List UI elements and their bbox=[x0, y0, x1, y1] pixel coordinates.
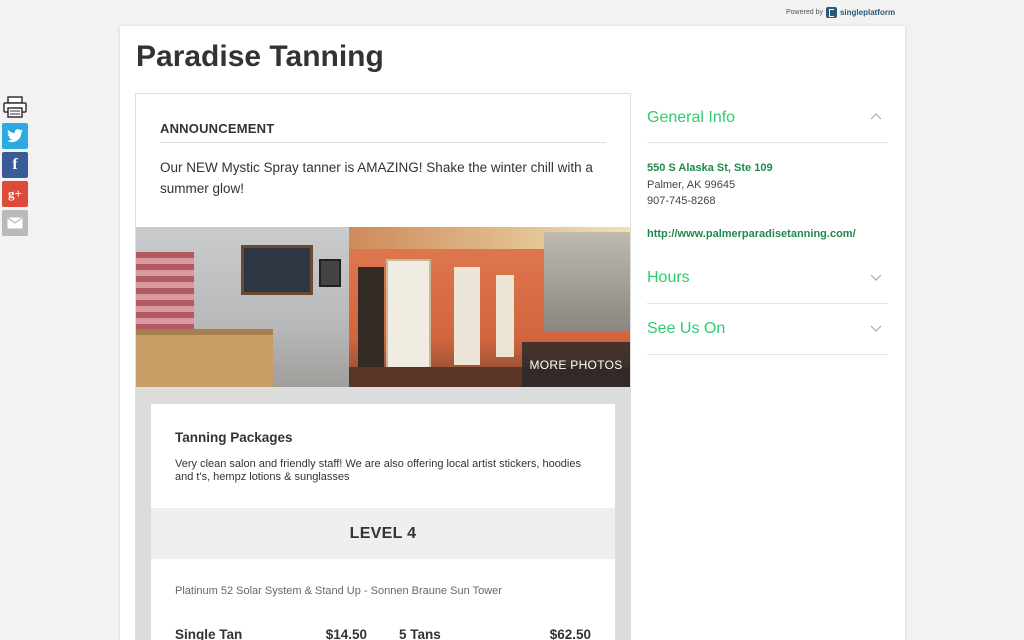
price-row: Single Tan $14.50 5 Tans $62.50 bbox=[151, 627, 615, 640]
price-item: 5 Tans $62.50 bbox=[399, 627, 591, 640]
hours-toggle[interactable]: Hours bbox=[647, 253, 888, 303]
level-heading: LEVEL 4 bbox=[151, 508, 615, 559]
price-item-price: $14.50 bbox=[325, 627, 367, 640]
price-item-price: $62.50 bbox=[549, 627, 591, 640]
photo-chalkboard bbox=[241, 245, 313, 295]
powered-by[interactable]: Powered by singleplatform bbox=[786, 7, 895, 18]
general-info-content: 550 S Alaska St, Ste 109 Palmer, AK 9964… bbox=[647, 143, 888, 253]
see-us-on-toggle[interactable]: See Us On bbox=[647, 304, 888, 354]
price-item-name: 5 Tans bbox=[399, 627, 441, 640]
print-button[interactable] bbox=[2, 94, 28, 120]
chevron-down-icon[interactable] bbox=[870, 322, 882, 334]
website-link[interactable]: http://www.palmerparadisetanning.com/ bbox=[647, 226, 888, 243]
general-info-toggle[interactable]: General Info bbox=[647, 93, 888, 143]
chevron-up-icon[interactable] bbox=[870, 111, 882, 123]
powered-by-brand: singleplatform bbox=[839, 8, 896, 17]
tanning-packages-section: Tanning Packages Very clean salon and fr… bbox=[151, 404, 615, 640]
sidebar: General Info 550 S Alaska St, Ste 109 Pa… bbox=[647, 93, 888, 355]
photo-gallery[interactable]: MORE PHOTOS bbox=[136, 227, 630, 387]
price-item-name: Single Tan bbox=[175, 627, 243, 640]
see-us-on-panel[interactable]: See Us On bbox=[647, 304, 888, 355]
powered-by-label: Powered by bbox=[786, 9, 823, 16]
email-share-button[interactable] bbox=[2, 210, 28, 236]
photo-display-case bbox=[544, 232, 630, 332]
twitter-icon bbox=[7, 129, 23, 143]
package-description: Very clean salon and friendly staff! We … bbox=[175, 458, 581, 483]
price-item: Single Tan $14.50 bbox=[175, 627, 367, 640]
singleplatform-logo-icon bbox=[825, 7, 837, 18]
general-info-panel: General Info 550 S Alaska St, Ste 109 Pa… bbox=[647, 93, 888, 253]
business-card: Paradise Tanning ANNOUNCEMENT Our NEW My… bbox=[120, 26, 905, 640]
hours-panel[interactable]: Hours bbox=[647, 253, 888, 304]
photo-door bbox=[454, 267, 480, 365]
twitter-share-button[interactable] bbox=[2, 123, 28, 149]
google-plus-icon: g+ bbox=[8, 186, 22, 201]
photo-shelf bbox=[358, 267, 384, 382]
google-plus-share-button[interactable]: g+ bbox=[2, 181, 28, 207]
business-name: Paradise Tanning bbox=[136, 40, 384, 73]
photo-desk bbox=[136, 329, 273, 387]
photo-door bbox=[496, 275, 514, 357]
announcement-heading: ANNOUNCEMENT bbox=[160, 121, 606, 143]
phone-number[interactable]: 907-745-8268 bbox=[647, 193, 888, 210]
main-column: ANNOUNCEMENT Our NEW Mystic Spray tanner… bbox=[135, 93, 631, 640]
email-icon bbox=[7, 217, 23, 229]
printer-icon bbox=[3, 96, 27, 118]
more-photos-button[interactable]: MORE PHOTOS bbox=[522, 342, 630, 387]
facebook-share-button[interactable]: f bbox=[2, 152, 28, 178]
package-header: Tanning Packages Very clean salon and fr… bbox=[151, 404, 615, 508]
facebook-icon: f bbox=[12, 156, 18, 173]
announcement-text: Our NEW Mystic Spray tanner is AMAZING! … bbox=[160, 160, 593, 196]
announcement-section: ANNOUNCEMENT Our NEW Mystic Spray tanner… bbox=[136, 94, 630, 227]
city-line: Palmer, AK 99645 bbox=[647, 178, 736, 191]
share-bar: f g+ bbox=[2, 94, 28, 236]
chevron-down-icon[interactable] bbox=[870, 271, 882, 283]
address-line[interactable]: 550 S Alaska St, Ste 109 bbox=[647, 160, 888, 177]
photo-frame bbox=[319, 259, 341, 287]
level-description: Platinum 52 Solar System & Stand Up - So… bbox=[175, 585, 502, 597]
package-title: Tanning Packages bbox=[175, 430, 293, 445]
